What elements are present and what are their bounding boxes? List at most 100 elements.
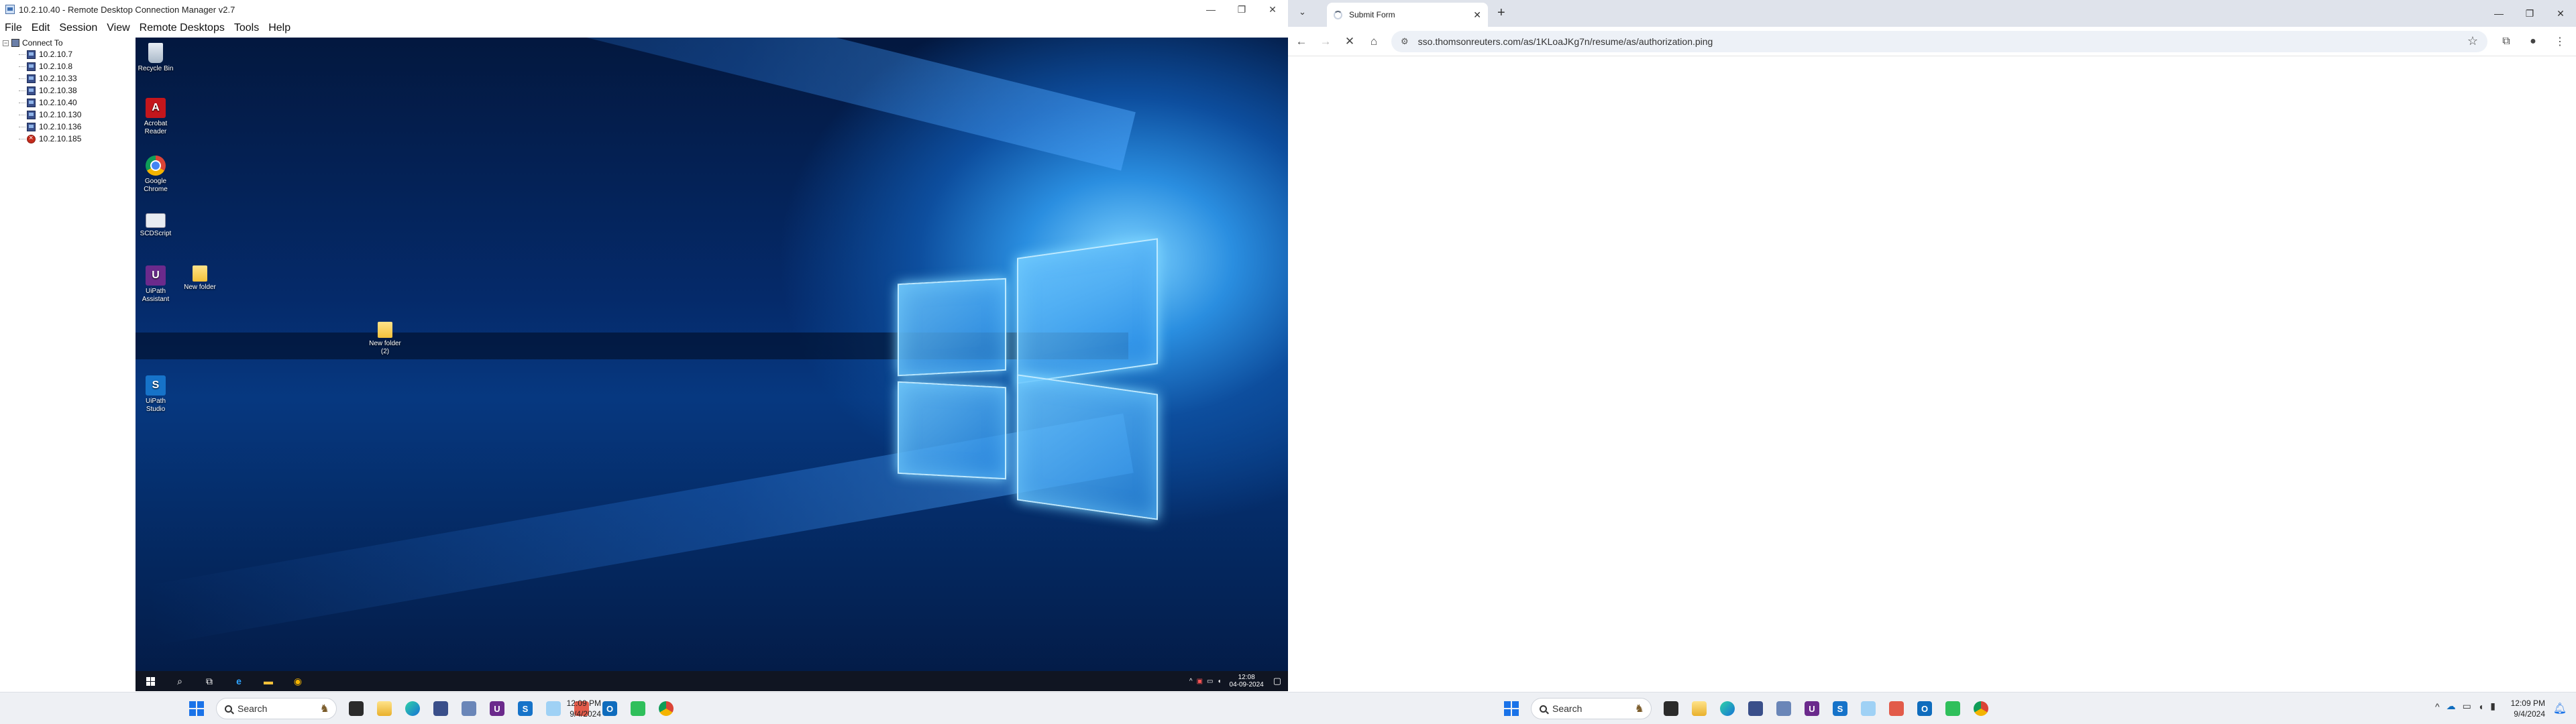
- task-view-icon[interactable]: [1660, 697, 1682, 720]
- page-content-blank[interactable]: [1288, 57, 2576, 692]
- back-arrow-icon[interactable]: ←: [1291, 35, 1312, 48]
- tree-server-item[interactable]: 10.2.10.7: [0, 48, 136, 60]
- desktop-icon-new-folder-2[interactable]: New folder (2): [365, 322, 405, 356]
- address-bar[interactable]: ⚙ sso.thomsonreuters.com/as/1KLoaJKg7n/r…: [1391, 30, 2487, 52]
- desktop-icon-new-folder[interactable]: New folder: [180, 265, 220, 292]
- file-explorer-icon[interactable]: [373, 697, 396, 720]
- remote-app-icon[interactable]: [1772, 697, 1795, 720]
- snipping-tool-icon[interactable]: [1885, 697, 1908, 720]
- close-button[interactable]: ✕: [1257, 0, 1288, 19]
- remote-desktop-view[interactable]: Recycle Bin A Acrobat Reader Google Chro…: [136, 38, 1288, 691]
- edge-icon[interactable]: [1716, 697, 1739, 720]
- remote-start-button[interactable]: [136, 671, 165, 691]
- menu-view[interactable]: View: [102, 22, 134, 34]
- remote-task-view-icon[interactable]: ⧉: [195, 671, 224, 691]
- tab-close-icon[interactable]: ✕: [1473, 9, 1481, 21]
- desktop-icon-uipath-studio[interactable]: S UiPath Studio: [136, 375, 176, 414]
- notepad-icon[interactable]: [1857, 697, 1880, 720]
- tree-server-item[interactable]: 10.2.10.38: [0, 84, 136, 97]
- uipath-studio-taskbar-icon[interactable]: S: [514, 697, 537, 720]
- tray-chevron-icon[interactable]: ^: [1189, 678, 1193, 685]
- rdcman-taskbar-icon[interactable]: [429, 697, 452, 720]
- file-explorer-icon[interactable]: [1688, 697, 1711, 720]
- desktop-icon-chrome[interactable]: Google Chrome: [136, 156, 176, 194]
- tab-search-chevron-icon[interactable]: ⌄: [1299, 7, 1306, 17]
- onedrive-icon[interactable]: ☁: [2447, 701, 2456, 712]
- taskbar-search[interactable]: Search ♞: [216, 698, 337, 719]
- remote-edge-icon[interactable]: e: [224, 671, 254, 691]
- minimize-button[interactable]: —: [1195, 0, 1226, 19]
- tab-submit-form[interactable]: Submit Form ✕: [1327, 3, 1488, 27]
- tree-server-item-active[interactable]: 10.2.10.40: [0, 97, 136, 109]
- menu-file[interactable]: File: [0, 22, 27, 34]
- chrome-taskbar-icon[interactable]: [1970, 697, 1992, 720]
- chrome-taskbar-icon[interactable]: [655, 697, 678, 720]
- menu-help[interactable]: Help: [264, 22, 295, 34]
- remote-search-icon[interactable]: ⌕: [165, 671, 195, 691]
- tree-server-item[interactable]: 10.2.10.136: [0, 121, 136, 133]
- remote-clock[interactable]: 12:08 04-09-2024: [1230, 674, 1264, 688]
- menu-tools[interactable]: Tools: [229, 22, 264, 34]
- window-title: 10.2.10.40 - Remote Desktop Connection M…: [19, 4, 235, 15]
- uipath-studio-taskbar-icon[interactable]: S: [1829, 697, 1851, 720]
- desktop-icon-recycle-bin[interactable]: Recycle Bin: [136, 43, 176, 73]
- taskbar-clock[interactable]: 12:09 PM 9/4/2024: [567, 698, 601, 719]
- desktop-icon-uipath-assistant[interactable]: U UiPath Assistant: [136, 265, 176, 304]
- taskbar-search[interactable]: Search ♞: [1531, 698, 1652, 719]
- uipath-assistant-taskbar-icon[interactable]: U: [486, 697, 508, 720]
- stop-loading-icon[interactable]: ✕: [1339, 35, 1360, 48]
- menu-session[interactable]: Session: [54, 22, 102, 34]
- remote-app-icon[interactable]: [458, 697, 480, 720]
- notepad-icon[interactable]: [542, 697, 565, 720]
- uipath-assistant-taskbar-icon[interactable]: U: [1801, 697, 1823, 720]
- edge-icon[interactable]: [401, 697, 424, 720]
- remote-file-explorer-icon[interactable]: ▬: [254, 671, 283, 691]
- tree-server-item[interactable]: 10.2.10.130: [0, 109, 136, 121]
- excel-like-icon[interactable]: [1941, 697, 1964, 720]
- task-view-icon[interactable]: [345, 697, 368, 720]
- tray-volume-icon[interactable]: ◖: [1218, 678, 1222, 685]
- network-icon[interactable]: ▭: [2463, 701, 2471, 712]
- excel-like-icon[interactable]: [627, 697, 649, 720]
- rdcman-taskbar-icon[interactable]: [1744, 697, 1767, 720]
- volume-icon[interactable]: ◖: [2478, 701, 2483, 712]
- start-button[interactable]: [1500, 697, 1523, 720]
- tray-network-icon[interactable]: ▣: [1197, 678, 1203, 685]
- outlook-icon[interactable]: O: [598, 697, 621, 720]
- toolbar-actions: ⧉ ● ⋮: [2493, 35, 2573, 48]
- notification-icon[interactable]: ▢: [1273, 676, 1281, 686]
- outlook-icon[interactable]: O: [1913, 697, 1936, 720]
- forward-arrow-icon[interactable]: →: [1315, 35, 1336, 48]
- tree-server-item[interactable]: 10.2.10.33: [0, 72, 136, 84]
- search-icon: [1540, 705, 1547, 713]
- collapse-icon[interactable]: −: [3, 40, 9, 46]
- tree-root-connect-to[interactable]: − Connect To: [0, 38, 136, 48]
- remote-chrome-icon[interactable]: ◉: [283, 671, 313, 691]
- desktop-icon-scdscript[interactable]: SCDScript: [136, 213, 176, 238]
- tray-display-icon[interactable]: ▭: [1207, 678, 1213, 685]
- rdcman-title-bar[interactable]: 10.2.10.40 - Remote Desktop Connection M…: [0, 0, 1288, 19]
- profile-icon[interactable]: ●: [2520, 36, 2546, 48]
- menu-edit[interactable]: Edit: [27, 22, 55, 34]
- maximize-button[interactable]: ❐: [2514, 0, 2545, 27]
- tree-server-item-error[interactable]: 10.2.10.185: [0, 133, 136, 145]
- folder-icon: [378, 322, 392, 338]
- new-tab-icon[interactable]: +: [1497, 5, 1505, 21]
- start-button[interactable]: [185, 697, 208, 720]
- extensions-icon[interactable]: ⧉: [2493, 36, 2520, 48]
- bookmark-star-icon[interactable]: ☆: [2467, 34, 2478, 48]
- site-info-icon[interactable]: ⚙: [1401, 36, 1409, 47]
- tray-chevron-icon[interactable]: ^: [2435, 701, 2440, 712]
- home-icon[interactable]: ⌂: [1363, 35, 1385, 48]
- close-button[interactable]: ✕: [2545, 0, 2576, 27]
- minimize-button[interactable]: —: [2483, 0, 2514, 27]
- battery-icon[interactable]: ▮: [2490, 701, 2496, 712]
- menu-remote-desktops[interactable]: Remote Desktops: [135, 22, 229, 34]
- notification-bell-icon[interactable]: 🔔︎: [2553, 702, 2567, 715]
- taskbar-clock[interactable]: 12:09 PM 9/4/2024: [2511, 698, 2545, 719]
- maximize-button[interactable]: ❐: [1226, 0, 1257, 19]
- desktop-icon-acrobat[interactable]: A Acrobat Reader: [136, 98, 176, 136]
- chrome-menu-icon[interactable]: ⋮: [2546, 35, 2573, 48]
- script-file-icon: [146, 213, 166, 228]
- tree-server-item[interactable]: 10.2.10.8: [0, 60, 136, 72]
